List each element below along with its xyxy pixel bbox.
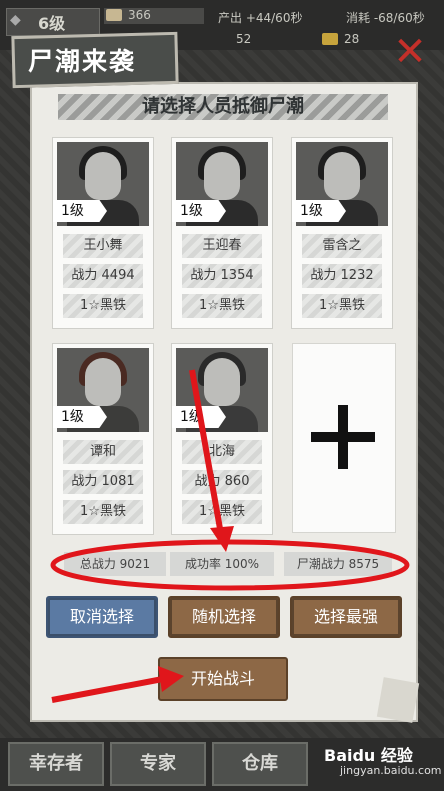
annotation-arrowhead [210, 526, 234, 552]
annotation-ellipse [50, 539, 410, 591]
annotation-arrow-line [51, 675, 169, 703]
annotation-layer [50, 369, 410, 703]
annotation-arrow-line [189, 369, 225, 541]
annotation-arrowhead [158, 666, 184, 692]
